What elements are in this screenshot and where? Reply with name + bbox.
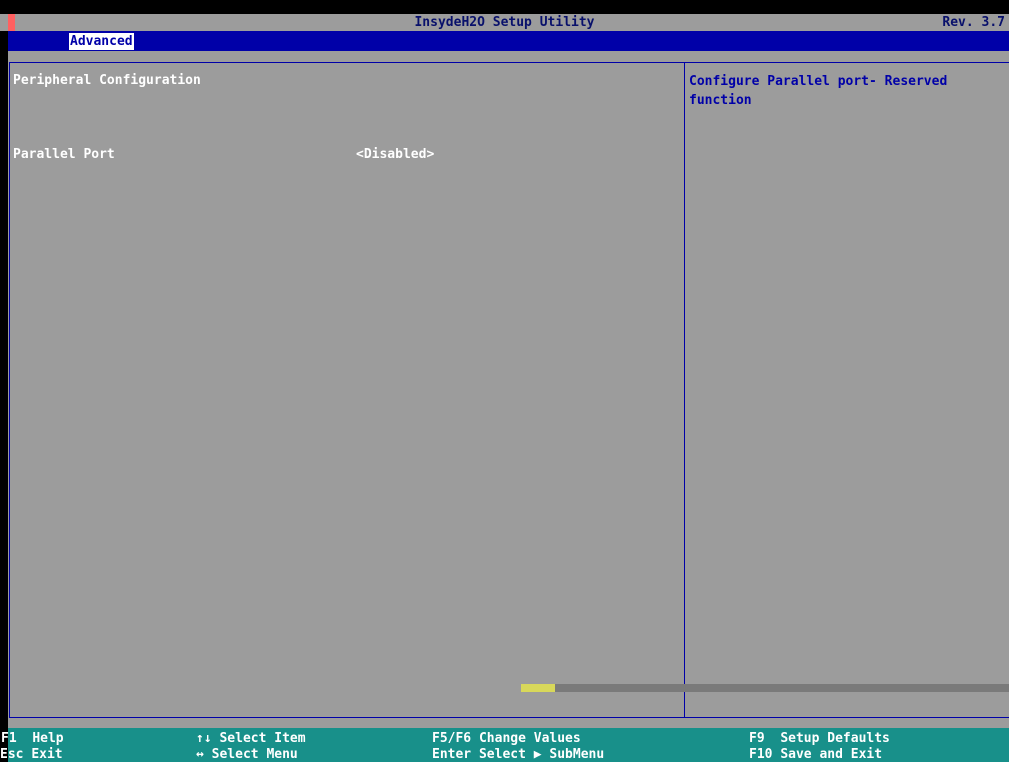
key-f1-action: Help — [32, 731, 64, 746]
help-text: Configure Parallel port- Reserved functi… — [689, 74, 948, 108]
key-f9-action: Setup Defaults — [780, 731, 890, 746]
parallel-port-value[interactable]: <Disabled> — [356, 146, 434, 163]
key-enter: Enter Select ▶ SubMenu — [432, 746, 604, 762]
key-f10-label: F10 — [749, 747, 773, 762]
key-updown-label: ↑↓ — [196, 731, 212, 746]
key-leftright-action: Select Menu — [211, 747, 298, 762]
key-f9-label: F9 — [749, 731, 765, 746]
key-updown: ↑↓ Select Item — [196, 730, 306, 747]
key-enter-action: Select ▶ SubMenu — [478, 747, 605, 762]
scrollbar-track[interactable] — [521, 684, 1009, 692]
key-f1: F1 Help — [1, 730, 64, 747]
key-esc-action: Exit — [31, 747, 63, 762]
revision-label: Rev. 3.7 — [942, 15, 1005, 30]
content-frame — [9, 62, 1009, 718]
key-enter-label: Enter — [432, 747, 472, 762]
key-f10-action: Save and Exit — [780, 747, 883, 762]
key-f10: F10 Save and Exit — [749, 746, 882, 762]
menu-bar — [8, 31, 1009, 51]
key-help-footer: F1 Help Esc Exit ↑↓ Select Item ↔ Select… — [0, 728, 1009, 762]
key-esc-label: Esc — [0, 747, 24, 762]
key-updown-action: Select Item — [219, 731, 306, 746]
key-f1-label: F1 — [1, 731, 17, 746]
key-esc: Esc Exit — [0, 746, 63, 762]
scrollbar-thumb[interactable] — [521, 684, 555, 692]
key-leftright: ↔ Select Menu — [196, 746, 298, 762]
key-f9: F9 Setup Defaults — [749, 730, 890, 747]
bios-setup-screen: InsydeH2O Setup Utility Rev. 3.7 Advance… — [0, 0, 1009, 762]
key-f5f6-label: F5/F6 — [432, 731, 472, 746]
page-title: Peripheral Configuration — [13, 73, 201, 88]
key-leftright-label: ↔ — [196, 747, 204, 762]
key-f5f6-action: Change Values — [478, 731, 581, 746]
parallel-port-label[interactable]: Parallel Port — [13, 146, 115, 163]
tab-advanced[interactable]: Advanced — [69, 33, 134, 50]
help-panel-divider — [684, 62, 685, 718]
key-f5f6: F5/F6 Change Values — [432, 730, 581, 747]
app-title: InsydeH2O Setup Utility — [414, 15, 595, 30]
